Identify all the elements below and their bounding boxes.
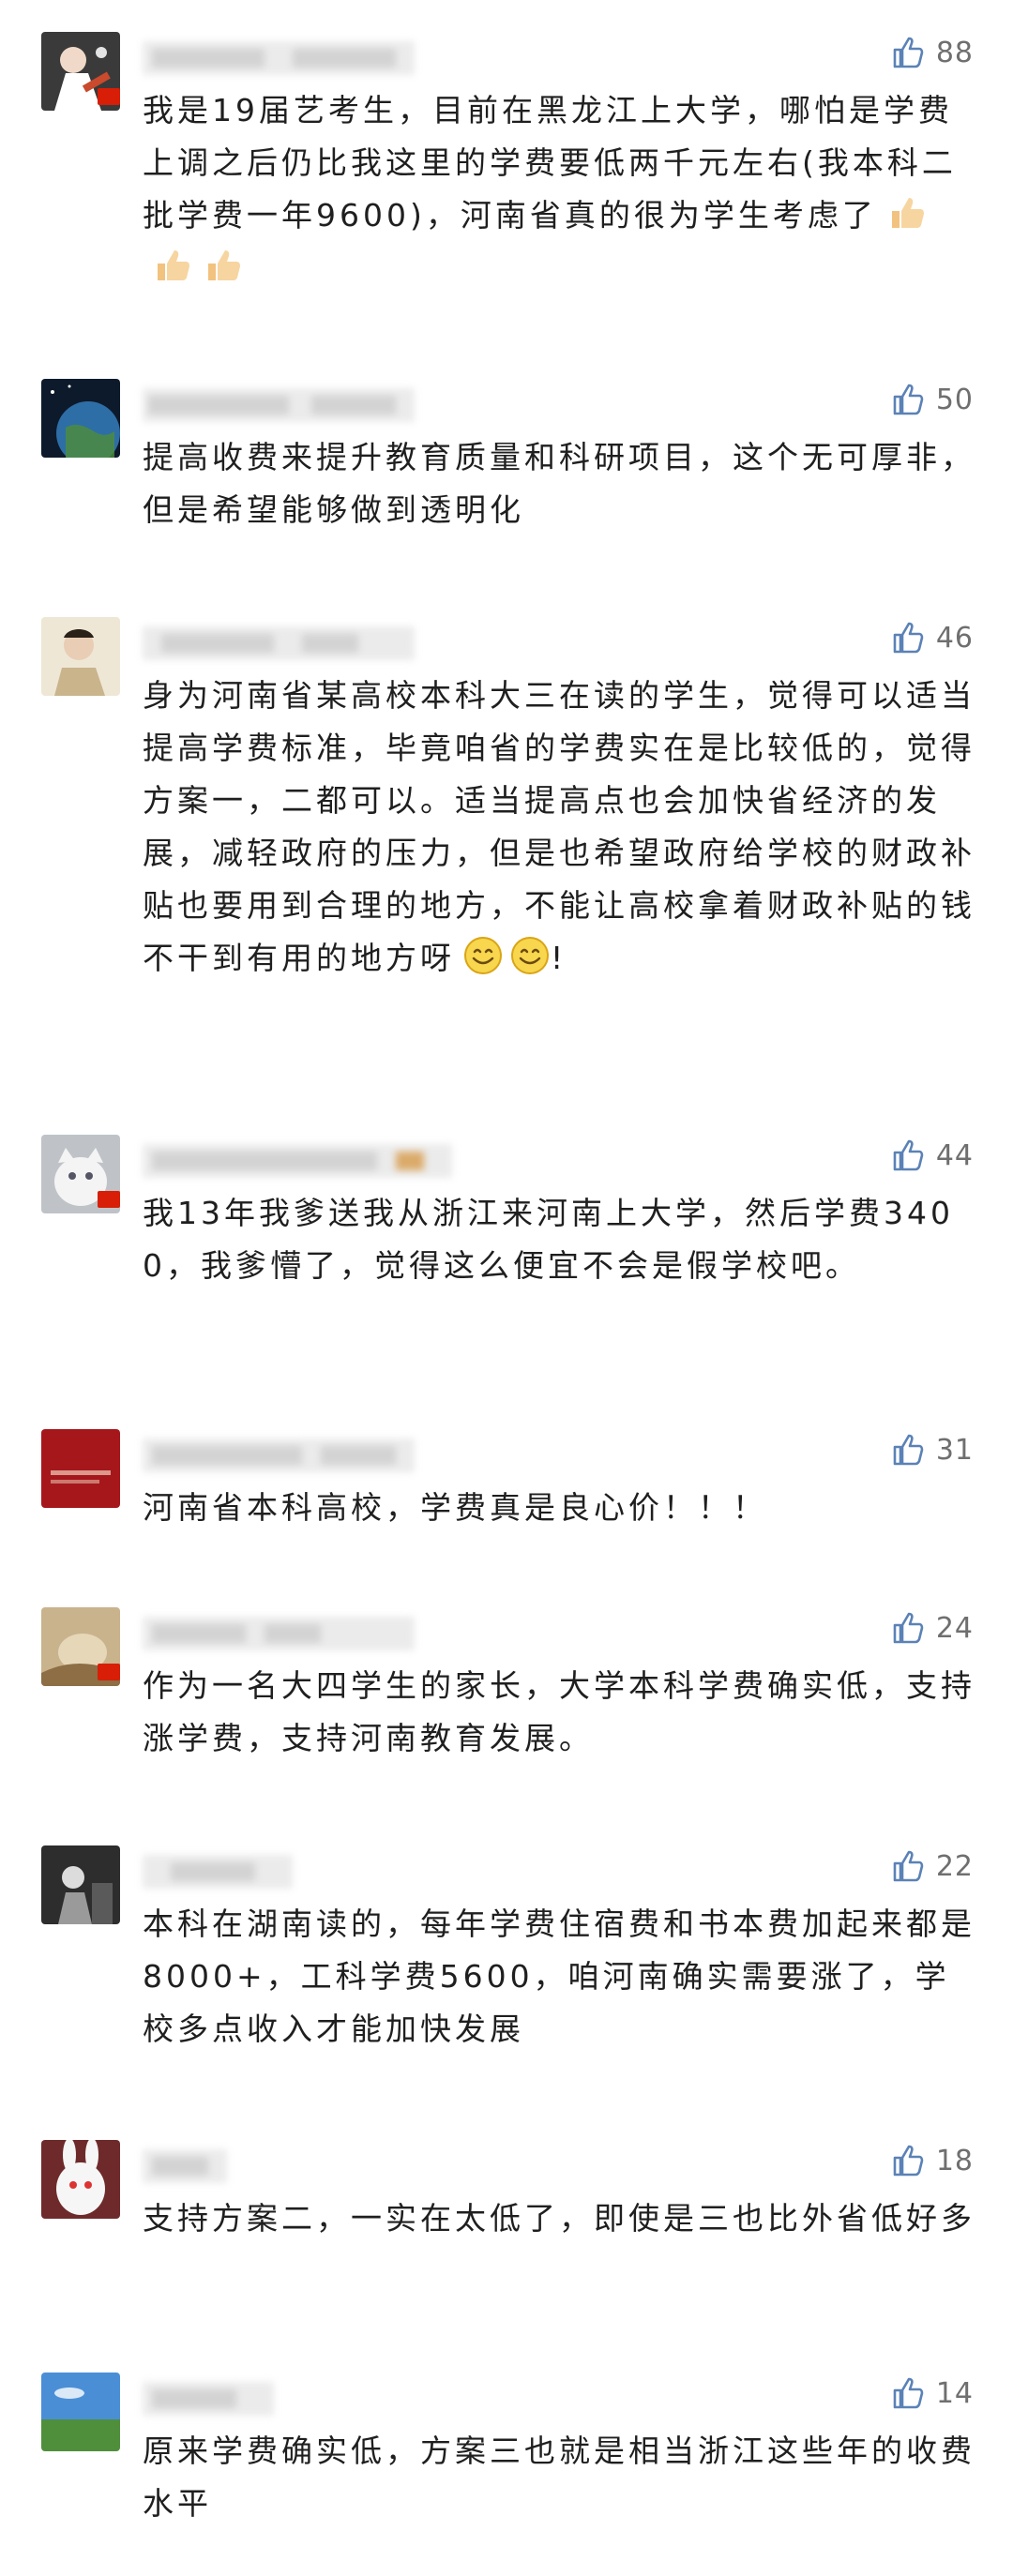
comment-text: 本科在湖南读的，每年学费住宿费和书本费加起来都是8000+，工科学费5600，咱… xyxy=(143,1906,975,2047)
comment-body: 身为河南省某高校本科大三在读的学生，觉得可以适当提高学费标准，毕竟咱省的学费实在… xyxy=(143,670,975,985)
thumbs-up-icon xyxy=(893,384,924,415)
comment-text: 作为一名大四学生的家长，大学本科学费确实低，支持涨学费，支持河南教育发展。 xyxy=(143,1667,975,1756)
comment-text: 支持方案二，一实在太低了，即使是三也比外省低好多 xyxy=(143,2200,975,2237)
comment-body: 我是19届艺考生，目前在黑龙江上大学，哪怕是学费上调之后仍比我这里的学费要低两千… xyxy=(143,84,975,294)
like-button[interactable]: 46 xyxy=(889,617,974,658)
thumbs-up-emoji-icon xyxy=(152,245,193,286)
china-flag-icon xyxy=(98,1191,120,1208)
comment-body: 原来学费确实低，方案三也就是相当浙江这些年的收费水平 xyxy=(143,2425,975,2530)
username-blurred[interactable] xyxy=(143,2149,227,2183)
avatar[interactable] xyxy=(41,1845,120,1924)
like-count: 44 xyxy=(935,1138,974,1172)
comment-item: 88 我是19届艺考生，目前在黑龙江上大学，哪怕是学费上调之后仍比我这里的学费要… xyxy=(0,32,1013,313)
avatar[interactable] xyxy=(41,2140,120,2219)
comment-text: 河南省本科高校，学费真是良心价！！！ xyxy=(143,1489,767,1526)
comment-text: 我13年我爹送我从浙江来河南上大学，然后学费3400，我爹懵了，觉得这么便宜不会… xyxy=(143,1195,954,1284)
comment-text: 我是19届艺考生，目前在黑龙江上大学，哪怕是学费上调之后仍比我这里的学费要低两千… xyxy=(143,92,957,233)
thumbs-up-icon xyxy=(893,1612,924,1644)
comment-body: 我13年我爹送我从浙江来河南上大学，然后学费3400，我爹懵了，觉得这么便宜不会… xyxy=(143,1187,975,1292)
like-count: 88 xyxy=(935,36,974,69)
thumbs-up-icon xyxy=(893,1850,924,1882)
username-blurred[interactable] xyxy=(143,1617,415,1650)
like-count: 18 xyxy=(935,2144,974,2177)
comment-item: 50 提高收费来提升教育质量和科研项目，这个无可厚非，但是希望能够做到透明化 xyxy=(0,379,1013,548)
china-flag-icon xyxy=(98,88,120,105)
thumbs-up-icon xyxy=(893,1139,924,1171)
like-count: 24 xyxy=(935,1611,974,1645)
like-button[interactable]: 24 xyxy=(889,1607,974,1649)
comment-body: 支持方案二，一实在太低了，即使是三也比外省低好多 xyxy=(143,2192,975,2245)
comment-body: 提高收费来提升教育质量和科研项目，这个无可厚非，但是希望能够做到透明化 xyxy=(143,431,975,536)
like-count: 14 xyxy=(935,2376,974,2410)
like-count: 50 xyxy=(935,383,974,416)
comment-feed: 88 我是19届艺考生，目前在黑龙江上大学，哪怕是学费上调之后仍比我这里的学费要… xyxy=(0,0,1013,2576)
comment-item: 24 作为一名大四学生的家长，大学本科学费确实低，支持涨学费，支持河南教育发展。 xyxy=(0,1607,1013,1776)
thumbs-up-icon xyxy=(893,37,924,68)
username-blurred[interactable] xyxy=(143,1144,452,1178)
thumbs-up-icon xyxy=(893,1434,924,1466)
comment-item: 14 原来学费确实低，方案三也就是相当浙江这些年的收费水平 xyxy=(0,2373,1013,2541)
username-blurred[interactable] xyxy=(143,388,415,422)
comment-item: 44 我13年我爹送我从浙江来河南上大学，然后学费3400，我爹懵了，觉得这么便… xyxy=(0,1135,1013,1360)
username-blurred[interactable] xyxy=(143,1855,293,1889)
username-blurred[interactable] xyxy=(143,41,415,75)
avatar[interactable] xyxy=(41,617,120,696)
comment-text: 身为河南省某高校本科大三在读的学生，觉得可以适当提高学费标准，毕竟咱省的学费实在… xyxy=(143,677,975,976)
like-button[interactable]: 50 xyxy=(889,379,974,420)
like-button[interactable]: 22 xyxy=(889,1845,974,1887)
comment-text: 提高收费来提升教育质量和科研项目，这个无可厚非，但是希望能够做到透明化 xyxy=(143,439,975,528)
like-count: 22 xyxy=(935,1849,974,1883)
comment-item: 22 本科在湖南读的，每年学费住宿费和书本费加起来都是8000+，工科学费560… xyxy=(0,1845,1013,2071)
thumbs-up-icon xyxy=(893,2145,924,2177)
thumbs-up-emoji-icon xyxy=(886,192,928,233)
thumbs-up-icon xyxy=(893,622,924,654)
like-button[interactable]: 44 xyxy=(889,1135,974,1176)
like-button[interactable]: 31 xyxy=(889,1429,974,1470)
smile-emoji-icon xyxy=(509,935,551,976)
avatar[interactable] xyxy=(41,1429,120,1508)
china-flag-icon xyxy=(98,1664,120,1680)
like-button[interactable]: 18 xyxy=(889,2140,974,2181)
thumbs-up-icon xyxy=(893,2377,924,2409)
thumbs-up-emoji-icon xyxy=(203,245,244,286)
comment-text-tail: ! xyxy=(551,940,567,976)
username-blurred[interactable] xyxy=(143,1439,415,1472)
like-button[interactable]: 14 xyxy=(889,2373,974,2414)
username-blurred[interactable] xyxy=(143,2382,274,2416)
avatar[interactable] xyxy=(41,2373,120,2451)
comment-item: 31 河南省本科高校，学费真是良心价！！！ xyxy=(0,1429,1013,1551)
comment-item: 18 支持方案二，一实在太低了，即使是三也比外省低好多 xyxy=(0,2140,1013,2309)
comment-item: 46 身为河南省某高校本科大三在读的学生，觉得可以适当提高学费标准，毕竟咱省的学… xyxy=(0,617,1013,1058)
smile-emoji-icon xyxy=(462,935,504,976)
avatar[interactable] xyxy=(41,379,120,458)
username-blurred[interactable] xyxy=(143,626,415,660)
comment-body: 河南省本科高校，学费真是良心价！！！ xyxy=(143,1482,975,1534)
comment-body: 本科在湖南读的，每年学费住宿费和书本费加起来都是8000+，工科学费5600，咱… xyxy=(143,1898,975,2056)
comment-body: 作为一名大四学生的家长，大学本科学费确实低，支持涨学费，支持河南教育发展。 xyxy=(143,1660,975,1765)
comment-text: 原来学费确实低，方案三也就是相当浙江这些年的收费水平 xyxy=(143,2433,975,2522)
like-count: 46 xyxy=(935,621,974,655)
like-button[interactable]: 88 xyxy=(889,32,974,73)
like-count: 31 xyxy=(935,1433,974,1467)
